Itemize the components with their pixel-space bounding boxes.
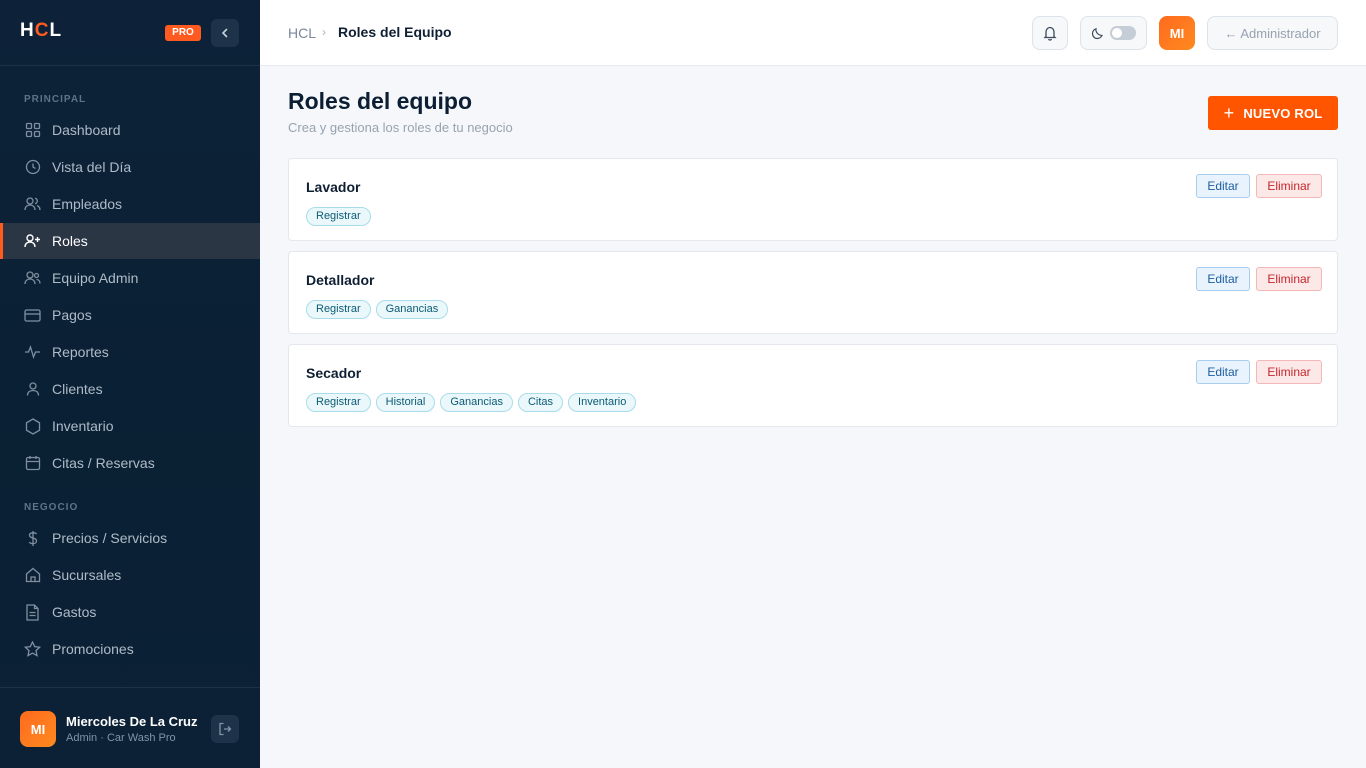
clock-icon [24,159,41,176]
user-role: Admin · Car Wash Pro [66,732,176,744]
role-name: Secador [306,365,362,381]
breadcrumb-current: Roles del Equipo [338,24,452,40]
permission-list: Registrar Ganancias [306,300,449,319]
permission-chip: Historial [375,393,436,412]
moon-icon [1091,27,1103,39]
sidebar-item-inventario[interactable]: Inventario [0,408,260,444]
sidebar-item-label: Promociones [52,641,134,657]
sidebar-item-label: Dashboard [52,122,121,138]
user-plus-icon [24,233,41,250]
logo[interactable]: HCL [20,20,62,42]
dollar-icon [24,530,41,547]
sidebar-item-label: Pagos [52,307,92,323]
collapse-sidebar-button[interactable] [211,19,239,47]
sidebar-item-gastos[interactable]: Gastos [0,594,260,630]
sidebar-item-promociones[interactable]: Promociones [0,631,260,667]
notifications-button[interactable] [1032,16,1068,50]
page-title: Roles del equipo [288,88,473,114]
sidebar-item-label: Equipo Admin [52,270,139,286]
sidebar-item-label: Vista del Día [52,159,132,175]
sidebar-item-label: Reportes [52,344,109,360]
sidebar-header: HCL PRO [0,0,260,66]
delete-button[interactable]: Eliminar [1256,174,1322,198]
permission-chip: Registrar [306,393,371,412]
activity-icon [24,344,41,361]
new-role-label: NUEVO ROL [1243,105,1323,121]
role-name: Detallador [306,272,375,288]
user-name: Miercoles De La Cruz [66,714,198,729]
theme-switch[interactable] [1110,26,1136,40]
grid-icon [24,122,41,139]
permission-list: Registrar Historial Ganancias Citas Inve… [306,393,637,412]
sidebar-footer: MI Miercoles De La Cruz Admin · Car Wash… [0,687,260,768]
edit-button[interactable]: Editar [1196,360,1250,384]
star-icon [24,641,41,658]
credit-card-icon [24,307,41,324]
breadcrumb-root[interactable]: HCL [288,25,316,41]
page-subtitle: Crea y gestiona los roles de tu negocio [288,120,513,135]
permission-chip: Ganancias [375,300,449,319]
hexagon-icon [24,417,41,435]
sidebar-item-label: Gastos [52,604,97,620]
delete-button[interactable]: Eliminar [1256,360,1322,384]
permission-chip: Citas [517,393,564,412]
calendar-icon [24,455,41,472]
sidebar-item-label: Clientes [52,381,103,397]
sidebar-item-label: Sucursales [52,567,122,583]
permission-list: Registrar [306,207,371,226]
user-icon [24,381,41,398]
role-card-detallador: Detallador Registrar Ganancias Editar El… [288,251,1338,334]
pro-badge: PRO [165,25,201,41]
role-card-lavador: Lavador Registrar Editar Eliminar [288,158,1338,241]
delete-button[interactable]: Eliminar [1256,267,1322,291]
sidebar-item-vista-del-dia[interactable]: Vista del Día [0,149,260,185]
edit-button[interactable]: Editar [1196,267,1250,291]
bell-icon [1043,26,1057,41]
sidebar-item-pagos[interactable]: Pagos [0,297,260,333]
sidebar-item-label: Inventario [52,418,114,434]
sidebar-item-label: Citas / Reservas [52,455,155,471]
breadcrumb-separator: › [322,25,326,39]
sidebar-item-empleados[interactable]: Empleados [0,186,260,222]
permission-chip: Registrar [306,300,371,319]
sidebar-item-reportes[interactable]: Reportes [0,334,260,370]
logo-text-c: C [34,20,50,41]
user-avatar[interactable]: MI [20,711,56,747]
sidebar-item-roles[interactable]: Roles [0,223,260,259]
sidebar: HCL PRO PRINCIPAL Dashboard Vista del Dí… [0,0,260,768]
logo-text-l: L [49,20,63,41]
document-icon [24,603,41,621]
plus-icon: + [1223,103,1235,123]
sidebar-item-clientes[interactable]: Clientes [0,371,260,407]
logo-text-h: H [20,20,35,41]
logout-button[interactable] [211,715,239,743]
chevron-left-icon [221,28,228,38]
sidebar-item-sucursales[interactable]: Sucursales [0,557,260,593]
logout-icon [219,722,232,736]
topbar-avatar[interactable]: MI [1159,16,1195,50]
edit-button[interactable]: Editar [1196,174,1250,198]
sidebar-item-label: Precios / Servicios [52,530,168,546]
permission-chip: Registrar [306,207,371,226]
section-title-negocio: NEGOCIO [24,502,79,513]
administrador-button[interactable]: ← Administrador [1207,16,1338,50]
sidebar-item-label: Empleados [52,196,123,212]
sidebar-item-equipo-admin[interactable]: Equipo Admin [0,260,260,296]
user-group-icon [24,270,41,287]
role-card-secador: Secador Registrar Historial Ganancias Ci… [288,344,1338,427]
role-name: Lavador [306,179,361,195]
new-role-button[interactable]: + NUEVO ROL [1208,96,1338,130]
home-icon [24,567,41,584]
users-icon [24,196,41,213]
permission-chip: Ganancias [440,393,513,412]
permission-chip: Inventario [568,393,637,412]
theme-toggle[interactable] [1080,16,1147,50]
sidebar-item-precios-servicios[interactable]: Precios / Servicios [0,520,260,556]
topbar: HCL › Roles del Equipo MI ← Administrado… [260,0,1366,66]
sidebar-item-dashboard[interactable]: Dashboard [0,112,260,148]
sidebar-item-citas-reservas[interactable]: Citas / Reservas [0,445,260,481]
section-title-principal: PRINCIPAL [24,94,87,105]
sidebar-item-label: Roles [52,233,88,249]
